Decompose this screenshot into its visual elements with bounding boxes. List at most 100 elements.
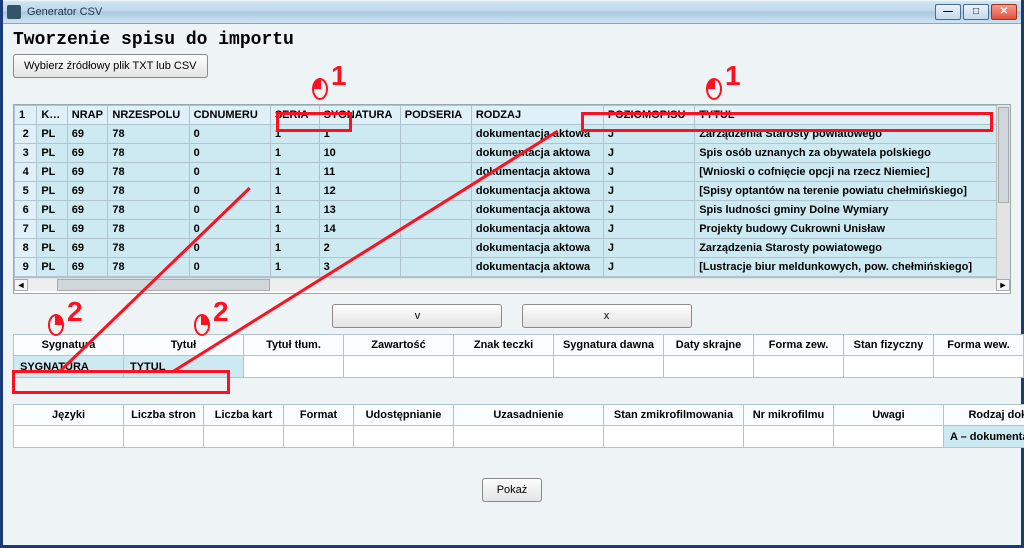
row-number[interactable]: 5 xyxy=(15,182,37,201)
cell[interactable]: 78 xyxy=(108,201,189,220)
column-header[interactable]: KOD xyxy=(37,106,67,125)
mapping-header[interactable]: Udostępnianie xyxy=(354,405,454,426)
cell[interactable]: 69 xyxy=(67,125,108,144)
cell[interactable]: dokumentacja aktowa xyxy=(471,182,603,201)
scroll-right-icon[interactable]: ► xyxy=(996,279,1010,291)
table-row[interactable]: 7PL69780114dokumentacja aktowaJProjekty … xyxy=(15,220,1010,239)
mapping-cell[interactable] xyxy=(744,426,834,448)
cell[interactable] xyxy=(400,163,471,182)
cell[interactable]: 78 xyxy=(108,220,189,239)
cell[interactable]: J xyxy=(603,201,694,220)
mapping-cell[interactable] xyxy=(344,356,454,378)
cell[interactable]: 0 xyxy=(189,239,270,258)
cell[interactable] xyxy=(400,201,471,220)
cell[interactable] xyxy=(400,258,471,277)
cell[interactable]: 69 xyxy=(67,220,108,239)
cell[interactable]: 11 xyxy=(319,163,400,182)
minimize-button[interactable]: — xyxy=(935,4,961,20)
mapping-header[interactable]: Forma wew. xyxy=(934,335,1024,356)
cell[interactable]: dokumentacja aktowa xyxy=(471,220,603,239)
mapping-header[interactable]: Sygnatura dawna xyxy=(554,335,664,356)
scrollbar-thumb[interactable] xyxy=(57,279,270,291)
cell[interactable]: 12 xyxy=(319,182,400,201)
row-number[interactable]: 4 xyxy=(15,163,37,182)
cell[interactable]: Zarządzenia Starosty powiatowego xyxy=(695,239,1010,258)
mapping-header[interactable]: Sygnatura xyxy=(14,335,124,356)
column-header[interactable]: NRAP xyxy=(67,106,108,125)
cell[interactable]: 69 xyxy=(67,144,108,163)
cell[interactable]: dokumentacja aktowa xyxy=(471,239,603,258)
mapping-header[interactable]: Forma zew. xyxy=(754,335,844,356)
mapping-header[interactable]: Uwagi xyxy=(834,405,944,426)
cell[interactable]: PL xyxy=(37,239,67,258)
cell[interactable]: J xyxy=(603,163,694,182)
cell[interactable]: PL xyxy=(37,163,67,182)
column-header[interactable]: PODSERIA xyxy=(400,106,471,125)
cell[interactable]: J xyxy=(603,258,694,277)
cell[interactable]: 69 xyxy=(67,258,108,277)
mapping-cell[interactable] xyxy=(454,426,604,448)
cell[interactable]: PL xyxy=(37,201,67,220)
cell[interactable]: dokumentacja aktowa xyxy=(471,201,603,220)
row-number[interactable]: 8 xyxy=(15,239,37,258)
cell[interactable]: 0 xyxy=(189,258,270,277)
cell[interactable]: 78 xyxy=(108,258,189,277)
mapping-header[interactable]: Format xyxy=(284,405,354,426)
mapping-cell[interactable] xyxy=(354,426,454,448)
row-number-header[interactable]: 1 xyxy=(15,106,37,125)
cell[interactable]: Projekty budowy Cukrowni Unisław xyxy=(695,220,1010,239)
mapping-cell[interactable] xyxy=(204,426,284,448)
cell[interactable]: PL xyxy=(37,144,67,163)
cell[interactable]: 69 xyxy=(67,163,108,182)
mapping-header[interactable]: Języki xyxy=(14,405,124,426)
cell[interactable]: J xyxy=(603,220,694,239)
cell[interactable]: J xyxy=(603,144,694,163)
cell[interactable]: 1 xyxy=(270,201,319,220)
cell[interactable]: Spis ludności gminy Dolne Wymiary xyxy=(695,201,1010,220)
scroll-left-icon[interactable]: ◄ xyxy=(14,279,28,291)
column-header[interactable]: NRZESPOLU xyxy=(108,106,189,125)
horizontal-scrollbar[interactable]: ◄ ► xyxy=(14,277,1010,291)
cell[interactable]: 1 xyxy=(270,182,319,201)
cell[interactable]: 78 xyxy=(108,144,189,163)
mapping-cell[interactable] xyxy=(664,356,754,378)
cell[interactable]: PL xyxy=(37,220,67,239)
accept-button[interactable]: v xyxy=(332,304,502,328)
mapping-cell[interactable] xyxy=(14,426,124,448)
table-row[interactable]: 6PL69780113dokumentacja aktowaJSpis ludn… xyxy=(15,201,1010,220)
cell[interactable]: 69 xyxy=(67,239,108,258)
cell[interactable]: 13 xyxy=(319,201,400,220)
table-row[interactable]: 5PL69780112dokumentacja aktowaJ[Spisy op… xyxy=(15,182,1010,201)
mapping-header[interactable]: Nr mikrofilmu xyxy=(744,405,834,426)
cell[interactable]: [Wnioski o cofnięcie opcji na rzecz Niem… xyxy=(695,163,1010,182)
mapping-header[interactable]: Stan fizyczny xyxy=(844,335,934,356)
cell[interactable]: 10 xyxy=(319,144,400,163)
mapping-cell[interactable] xyxy=(754,356,844,378)
mapping-cell[interactable] xyxy=(284,426,354,448)
close-button[interactable]: ✕ xyxy=(991,4,1017,20)
cell[interactable]: 0 xyxy=(189,182,270,201)
cell[interactable] xyxy=(400,144,471,163)
reject-button[interactable]: x xyxy=(522,304,692,328)
cell[interactable]: dokumentacja aktowa xyxy=(471,258,603,277)
cell[interactable]: 78 xyxy=(108,182,189,201)
cell[interactable]: J xyxy=(603,239,694,258)
titlebar[interactable]: Generator CSV — □ ✕ xyxy=(3,0,1021,24)
cell[interactable]: 0 xyxy=(189,144,270,163)
cell[interactable]: [Spisy optantów na terenie powiatu chełm… xyxy=(695,182,1010,201)
cell[interactable]: 1 xyxy=(270,144,319,163)
cell[interactable]: 1 xyxy=(270,163,319,182)
mapping-cell[interactable]: A – dokumentacja aktowa xyxy=(944,426,1024,448)
maximize-button[interactable]: □ xyxy=(963,4,989,20)
cell[interactable]: PL xyxy=(37,125,67,144)
row-number[interactable]: 7 xyxy=(15,220,37,239)
mapping-header[interactable]: Uzasadnienie xyxy=(454,405,604,426)
cell[interactable]: 0 xyxy=(189,163,270,182)
column-header[interactable]: CDNUMERU xyxy=(189,106,270,125)
mapping-header[interactable]: Znak teczki xyxy=(454,335,554,356)
cell[interactable]: PL xyxy=(37,258,67,277)
row-number[interactable]: 2 xyxy=(15,125,37,144)
mapping-header[interactable]: Tytuł tłum. xyxy=(244,335,344,356)
mapping-cell[interactable] xyxy=(554,356,664,378)
mapping-header[interactable]: Rodzaj dokumentacji xyxy=(944,405,1024,426)
